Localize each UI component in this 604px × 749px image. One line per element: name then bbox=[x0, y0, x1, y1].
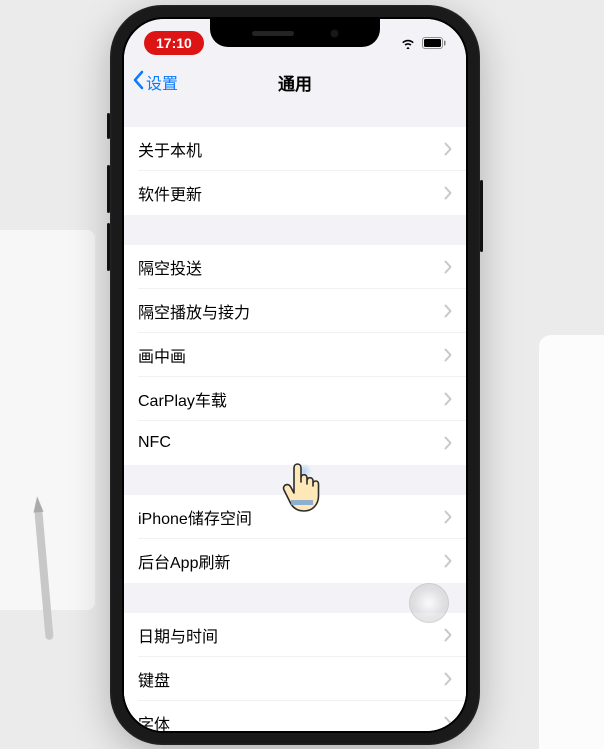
row-label: 软件更新 bbox=[138, 181, 202, 205]
chevron-right-icon bbox=[444, 554, 452, 568]
settings-group: 隔空投送 隔空播放与接力 画中画 CarPlay车载 bbox=[124, 245, 466, 465]
settings-group: 日期与时间 键盘 字体 语言与地区 bbox=[124, 613, 466, 731]
battery-icon bbox=[422, 37, 446, 49]
wifi-icon bbox=[400, 37, 416, 49]
group-gap bbox=[124, 465, 466, 495]
row-label: 键盘 bbox=[138, 667, 170, 691]
row-about[interactable]: 关于本机 bbox=[124, 127, 466, 171]
volume-down-button bbox=[107, 223, 110, 271]
power-button bbox=[480, 180, 483, 252]
back-label: 设置 bbox=[146, 70, 178, 94]
chevron-right-icon bbox=[444, 436, 452, 450]
volume-up-button bbox=[107, 165, 110, 213]
group-gap bbox=[124, 215, 466, 245]
row-label: 隔空投送 bbox=[138, 255, 202, 279]
settings-content[interactable]: 关于本机 软件更新 隔空投送 隔空播放与接力 bbox=[124, 103, 466, 731]
row-label: CarPlay车载 bbox=[138, 387, 227, 411]
assistive-touch-button[interactable] bbox=[409, 583, 449, 623]
row-storage[interactable]: iPhone储存空间 bbox=[124, 495, 466, 539]
row-bg-refresh[interactable]: 后台App刷新 bbox=[124, 539, 466, 583]
row-label: 后台App刷新 bbox=[138, 549, 230, 573]
back-button[interactable]: 设置 bbox=[132, 70, 178, 95]
row-label: 画中画 bbox=[138, 343, 186, 367]
group-gap bbox=[124, 103, 466, 127]
row-label: 日期与时间 bbox=[138, 623, 218, 647]
row-label: iPhone储存空间 bbox=[138, 505, 252, 529]
chevron-right-icon bbox=[444, 260, 452, 274]
page-title: 通用 bbox=[134, 70, 456, 95]
row-label: 字体 bbox=[138, 711, 170, 731]
paper-right bbox=[539, 335, 604, 749]
tap-indicator bbox=[296, 463, 312, 479]
chevron-right-icon bbox=[444, 304, 452, 318]
front-camera bbox=[330, 29, 339, 38]
status-time-pill: 17:10 bbox=[144, 31, 204, 55]
chevron-right-icon bbox=[444, 672, 452, 686]
settings-group: iPhone储存空间 后台App刷新 bbox=[124, 495, 466, 583]
mute-switch bbox=[107, 113, 110, 139]
chevron-left-icon bbox=[132, 70, 144, 95]
chevron-right-icon bbox=[444, 716, 452, 730]
navigation-bar: 设置 通用 bbox=[124, 61, 466, 103]
chevron-right-icon bbox=[444, 510, 452, 524]
row-font[interactable]: 字体 bbox=[124, 701, 466, 731]
notch bbox=[210, 19, 380, 47]
chevron-right-icon bbox=[444, 186, 452, 200]
row-airdrop[interactable]: 隔空投送 bbox=[124, 245, 466, 289]
row-software-update[interactable]: 软件更新 bbox=[124, 171, 466, 215]
paper-left bbox=[0, 230, 95, 610]
row-label: 关于本机 bbox=[138, 137, 202, 161]
speaker bbox=[252, 31, 294, 36]
settings-group: 关于本机 软件更新 bbox=[124, 127, 466, 215]
chevron-right-icon bbox=[444, 142, 452, 156]
row-datetime[interactable]: 日期与时间 bbox=[124, 613, 466, 657]
row-pip[interactable]: 画中画 bbox=[124, 333, 466, 377]
row-label: 隔空播放与接力 bbox=[138, 299, 250, 323]
iphone-frame: 17:10 设置 通用 bbox=[110, 5, 480, 745]
row-label: NFC bbox=[138, 434, 171, 452]
chevron-right-icon bbox=[444, 392, 452, 406]
row-nfc[interactable]: NFC bbox=[124, 421, 466, 465]
row-airplay[interactable]: 隔空播放与接力 bbox=[124, 289, 466, 333]
chevron-right-icon bbox=[444, 348, 452, 362]
row-keyboard[interactable]: 键盘 bbox=[124, 657, 466, 701]
phone-screen: 17:10 设置 通用 bbox=[124, 19, 466, 731]
chevron-right-icon bbox=[444, 628, 452, 642]
row-carplay[interactable]: CarPlay车载 bbox=[124, 377, 466, 421]
